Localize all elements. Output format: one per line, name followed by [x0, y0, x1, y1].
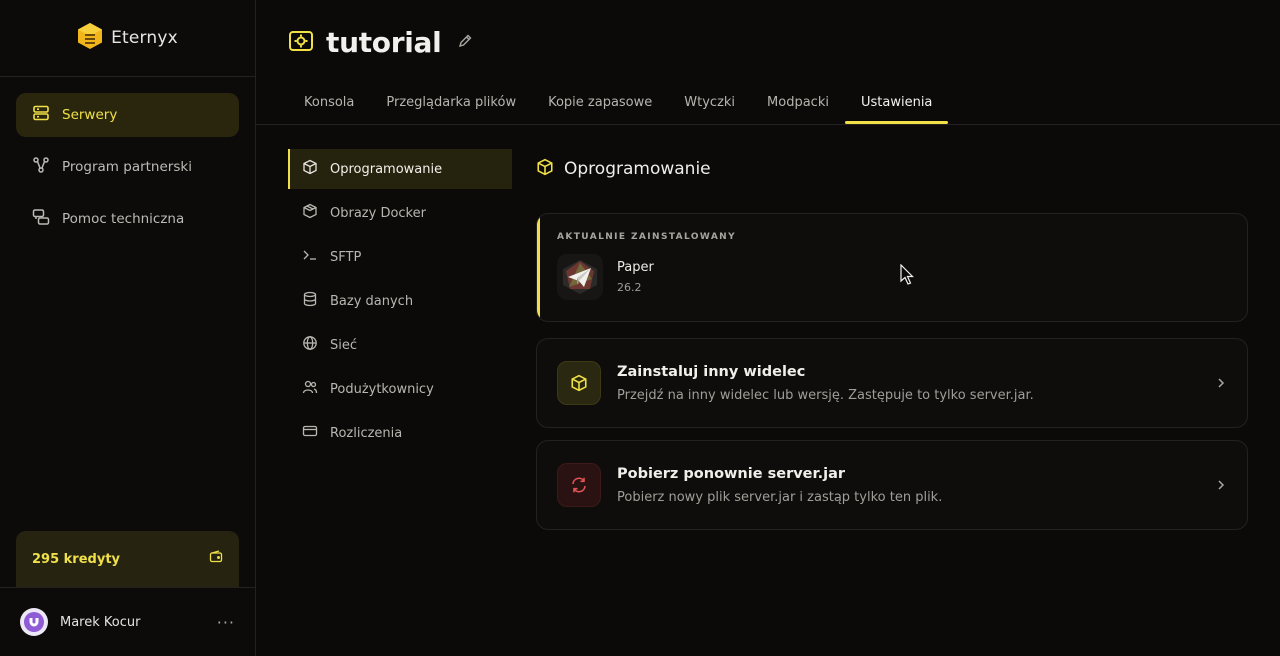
settings-item-label: Bazy danych — [330, 293, 414, 309]
action-description: Pobierz nowy plik server.jar i zastąp ty… — [617, 489, 943, 505]
server-header: tutorial Konsola Przeglądarka plików Kop… — [256, 0, 1280, 125]
title-row: tutorial — [288, 26, 473, 59]
brand-name: Eternyx — [111, 28, 178, 48]
action-description: Przejdź na inny widelec lub wersję. Zast… — [617, 387, 1034, 403]
tab-settings[interactable]: Ustawienia — [844, 80, 949, 124]
settings-item-label: Sieć — [330, 337, 358, 353]
nav-item-partner[interactable]: Program partnerski — [16, 145, 239, 189]
credits-amount: 295 kredyty — [32, 551, 121, 567]
settings-item-network[interactable]: Sieć — [288, 325, 512, 365]
cube-icon — [557, 361, 601, 405]
mouse-cursor-icon — [900, 263, 914, 290]
avatar[interactable] — [20, 608, 48, 636]
main-nav: Serwery Program partnerski Pomoc technic… — [0, 77, 255, 241]
terminal-icon — [302, 247, 318, 267]
settings-item-subusers[interactable]: Podużytkownicy — [288, 369, 512, 409]
software-panel: Oprogramowanie AKTUALNIE ZAINSTALOWANY P… — [536, 149, 1248, 530]
redownload-server-jar-button[interactable]: Pobierz ponownie server.jar Pobierz nowy… — [536, 440, 1248, 530]
cube-icon — [302, 159, 318, 179]
logo-icon — [77, 22, 103, 54]
card-icon — [302, 423, 318, 443]
action-text: Zainstaluj inny widelec Przejdź na inny … — [617, 364, 1199, 403]
chevron-right-icon — [1215, 476, 1227, 495]
action-title: Pobierz ponownie server.jar — [617, 465, 846, 482]
installed-software-card: AKTUALNIE ZAINSTALOWANY Paper 26.2 — [536, 213, 1248, 322]
action-title: Zainstaluj inny widelec — [617, 363, 806, 380]
tab-backups[interactable]: Kopie zapasowe — [532, 80, 668, 124]
more-options-icon[interactable]: ··· — [217, 613, 235, 632]
nav-item-label: Program partnerski — [62, 159, 192, 175]
server-tabs: Konsola Przeglądarka plików Kopie zapaso… — [288, 80, 949, 124]
chat-icon — [32, 208, 50, 230]
tab-plugins[interactable]: Wtyczki — [668, 80, 751, 124]
settings-menu: Oprogramowanie Obrazy Docker SFTP Bazy d… — [288, 149, 512, 457]
software-version: 26.2 — [617, 281, 642, 294]
action-text: Pobierz ponownie server.jar Pobierz nowy… — [617, 466, 1199, 505]
credits-panel[interactable]: 295 kredyty — [16, 531, 239, 587]
wallet-icon — [209, 550, 223, 568]
settings-item-billing[interactable]: Rozliczenia — [288, 413, 512, 453]
section-title: Oprogramowanie — [536, 149, 1248, 189]
section-title-text: Oprogramowanie — [564, 159, 711, 179]
user-panel: Marek Kocur ··· — [0, 587, 255, 656]
database-icon — [302, 291, 318, 311]
globe-icon — [302, 335, 318, 355]
share-icon — [32, 156, 50, 178]
nav-item-servers[interactable]: Serwery — [16, 93, 239, 137]
settings-item-databases[interactable]: Bazy danych — [288, 281, 512, 321]
settings-item-label: Rozliczenia — [330, 425, 403, 441]
brand[interactable]: Eternyx — [0, 0, 255, 77]
settings-item-software[interactable]: Oprogramowanie — [288, 149, 512, 189]
sidebar: Eternyx Serwery Program partnerski Pomoc… — [0, 0, 256, 656]
tab-modpacks[interactable]: Modpacki — [751, 80, 845, 124]
cube-icon — [536, 158, 554, 181]
server-settings-icon — [288, 28, 314, 58]
edit-pencil-icon[interactable] — [457, 33, 473, 53]
settings-item-label: Obrazy Docker — [330, 205, 426, 221]
user-name: Marek Kocur — [60, 614, 141, 630]
software-name: Paper — [617, 260, 654, 275]
install-other-fork-button[interactable]: Zainstaluj inny widelec Przejdź na inny … — [536, 338, 1248, 428]
nav-item-label: Pomoc techniczna — [62, 211, 185, 227]
refresh-icon — [557, 463, 601, 507]
settings-item-sftp[interactable]: SFTP — [288, 237, 512, 277]
chevron-right-icon — [1215, 374, 1227, 393]
installed-body: Paper 26.2 — [557, 254, 1227, 300]
installed-label: AKTUALNIE ZAINSTALOWANY — [557, 232, 737, 242]
tab-file-browser[interactable]: Przeglądarka plików — [370, 80, 532, 124]
settings-item-label: Oprogramowanie — [330, 161, 443, 177]
server-icon — [32, 104, 50, 126]
settings-item-docker[interactable]: Obrazy Docker — [288, 193, 512, 233]
users-icon — [302, 379, 318, 399]
nav-item-label: Serwery — [62, 107, 118, 123]
tab-console[interactable]: Konsola — [288, 80, 370, 124]
nav-item-support[interactable]: Pomoc techniczna — [16, 197, 239, 241]
settings-item-label: SFTP — [330, 249, 362, 265]
docker-icon — [302, 203, 318, 223]
settings-item-label: Podużytkownicy — [330, 381, 434, 397]
paper-logo-icon — [557, 254, 603, 300]
page-title: tutorial — [326, 26, 442, 59]
